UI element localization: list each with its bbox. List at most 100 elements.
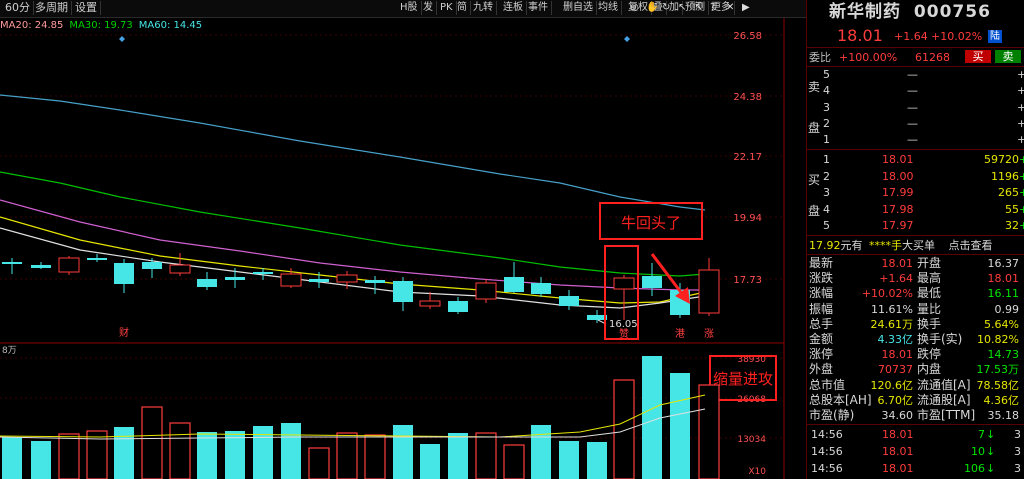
volume-bar-down[interactable]	[393, 425, 413, 479]
buy-level-add[interactable]: +	[1019, 153, 1024, 166]
annotation-bull-text: 牛回头了	[621, 214, 681, 232]
cursor-icon[interactable]: ↖	[678, 2, 686, 13]
volume-bar-up[interactable]	[613, 379, 635, 479]
volume-bar-down[interactable]	[559, 441, 579, 479]
volume-bar-down[interactable]	[114, 427, 134, 479]
buy-button[interactable]: 买	[965, 50, 991, 63]
kline-chart[interactable]: 26.5824.3822.1719.9417.738万3893026068130…	[0, 0, 806, 479]
toolbar-tool-1[interactable]: 发	[420, 1, 437, 15]
toolbar-btn-0[interactable]: 60分	[2, 1, 34, 15]
price-tick: 24.38	[733, 92, 762, 103]
candle-down[interactable]	[531, 283, 551, 294]
toolbar-tool-6[interactable]: 事件	[525, 1, 552, 15]
candle-down[interactable]	[309, 279, 329, 282]
volume-bar-up[interactable]	[503, 444, 525, 479]
sell-button[interactable]: 卖	[995, 50, 1021, 63]
buy-level-add[interactable]: +	[1019, 186, 1024, 199]
event-marker[interactable]: 涨	[704, 328, 714, 340]
candle-up[interactable]	[698, 269, 720, 314]
candle-down[interactable]	[365, 280, 385, 283]
event-marker[interactable]: 港	[675, 328, 685, 340]
sell-level-add[interactable]: +	[1017, 133, 1024, 146]
volume-bar-down[interactable]	[587, 442, 607, 479]
buy-level-num: 1	[823, 153, 830, 166]
toolbar-tool-0[interactable]: H股	[397, 1, 422, 15]
toolbar-tool-5[interactable]: 连板	[500, 1, 527, 15]
sell-level-add[interactable]: +	[1017, 84, 1024, 97]
close-icon[interactable]: ✕	[726, 2, 734, 13]
toolbar-tool-4[interactable]: 九转	[470, 1, 497, 15]
candle-down[interactable]	[31, 265, 51, 268]
toolbar-tool-7[interactable]: 删自选	[560, 1, 597, 15]
candle-down[interactable]	[559, 296, 579, 306]
volume-bar-up[interactable]	[86, 430, 108, 479]
toolbar-btn-1[interactable]: 多周期	[32, 1, 72, 15]
volume-bar-up[interactable]	[169, 422, 191, 479]
event-marker[interactable]: 财	[119, 326, 129, 339]
volume-bar-up[interactable]	[475, 432, 497, 479]
candle-up[interactable]	[475, 282, 497, 300]
target-icon[interactable]: ◎	[630, 2, 639, 13]
candle-down[interactable]	[642, 276, 662, 288]
toolbar-btn-2[interactable]: 设置	[72, 1, 101, 15]
candle-down[interactable]	[197, 279, 217, 287]
hand-icon[interactable]: ✋	[646, 2, 658, 13]
candle-down[interactable]	[393, 281, 413, 302]
volume-bar-down[interactable]	[448, 433, 468, 479]
volume-bar-up[interactable]	[364, 434, 386, 479]
candle-down[interactable]	[253, 272, 273, 274]
volume-bar-down[interactable]	[253, 426, 273, 479]
candle-up[interactable]	[613, 277, 635, 290]
help-icon[interactable]: ?	[710, 2, 715, 13]
candle-up[interactable]	[58, 257, 80, 273]
buy-level-add[interactable]: +	[1019, 170, 1024, 183]
sell-level-add[interactable]: +	[1017, 117, 1024, 130]
loop-icon[interactable]: ↻	[662, 2, 670, 13]
big-order-notice[interactable]: 17.92元有 ****手大买单 点击查看	[809, 239, 993, 252]
stat-value: 34.60	[881, 409, 914, 422]
ma-legend: MA20: 24.85 MA30: 19.73 MA60: 14.45	[0, 19, 208, 32]
event-diamond-icon[interactable]	[119, 36, 125, 42]
stat-label: 振幅	[809, 301, 834, 316]
tick-extra: 3	[1014, 445, 1021, 458]
candle-down[interactable]	[448, 301, 468, 312]
stat-value: 10.82%	[977, 333, 1019, 346]
toolbar-tool-8[interactable]: 均线	[595, 1, 622, 15]
volume-bar-up[interactable]	[698, 384, 720, 479]
candle-up[interactable]	[280, 273, 302, 287]
volume-bar-up[interactable]	[308, 447, 330, 479]
volume-bar-down[interactable]	[197, 432, 217, 479]
tick-price: 18.01	[882, 445, 914, 458]
tick-extra: 3	[1014, 462, 1021, 475]
candle-down[interactable]	[504, 277, 524, 292]
volume-bar-down[interactable]	[531, 425, 551, 479]
event-diamond-icon[interactable]	[624, 36, 630, 42]
candle-down[interactable]	[2, 262, 22, 264]
buy-level-add[interactable]: +	[1019, 203, 1024, 216]
sell-level-add[interactable]: +	[1017, 68, 1024, 81]
volume-bar-down[interactable]	[420, 444, 440, 479]
candle-down[interactable]	[142, 262, 162, 269]
volume-bar-down[interactable]	[281, 423, 301, 479]
ma-label-0: MA20: 24.85	[0, 20, 64, 31]
volume-bar-down[interactable]	[670, 373, 690, 479]
next-icon[interactable]: ▶	[742, 2, 750, 13]
candle-up[interactable]	[419, 300, 441, 307]
volume-bar-down[interactable]	[2, 437, 22, 479]
kline-chart-pane[interactable]: 26.58 24.38 22.17 19.94 17.73 8万 38930 26068 130…	[0, 0, 806, 479]
volume-bar-up[interactable]	[141, 406, 163, 479]
expand-icon[interactable]: ⇱	[694, 2, 702, 13]
sell-level-add[interactable]: +	[1017, 101, 1024, 114]
candle-up[interactable]	[336, 274, 358, 283]
candle-down[interactable]	[225, 277, 245, 280]
volume-bar-up[interactable]	[58, 433, 80, 479]
stat-label: 涨跌	[809, 271, 834, 286]
buy-level-add[interactable]: +	[1019, 219, 1024, 232]
volume-bar-up[interactable]	[336, 432, 358, 479]
volume-bar-down[interactable]	[642, 356, 662, 479]
candle-down[interactable]	[114, 263, 134, 284]
candle-down[interactable]	[87, 258, 107, 260]
volume-bar-down[interactable]	[31, 441, 51, 479]
candle-up[interactable]	[169, 264, 191, 274]
toolbar-tool-3[interactable]: 简	[454, 1, 471, 15]
